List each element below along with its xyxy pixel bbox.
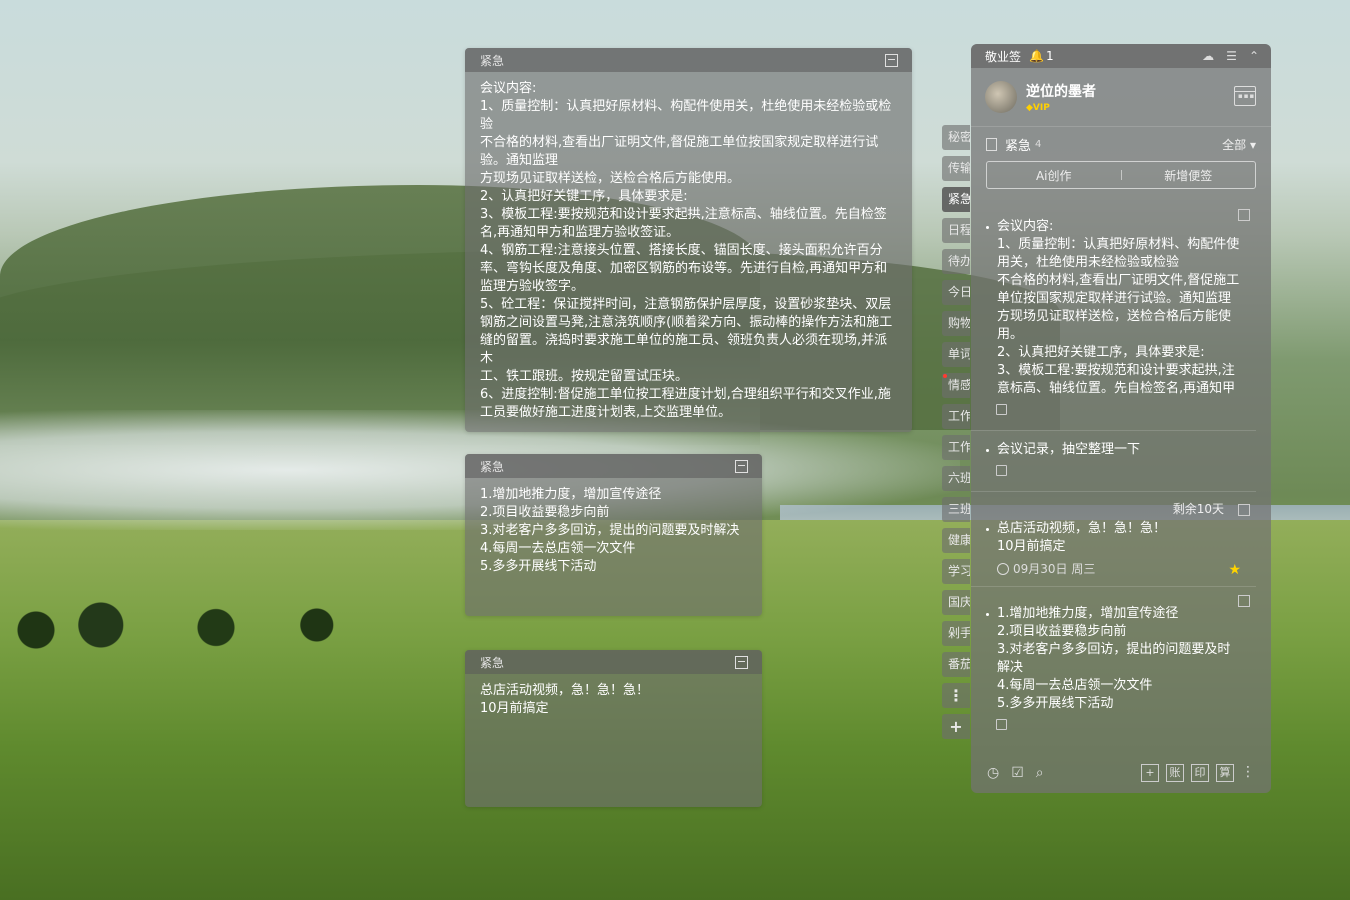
add-tab-button[interactable]: + [942,714,970,739]
tab-category[interactable]: 情感 [942,373,970,398]
detach-icon[interactable] [1238,209,1250,221]
note-tag: 紧急 [480,53,505,68]
more-tabs-button[interactable]: ⋮ [942,683,970,708]
more-icon[interactable]: ⋮ [1241,764,1255,782]
tab-category[interactable]: 秘密 [942,125,970,150]
detach-icon[interactable] [735,655,748,669]
tab-category[interactable]: 单词 [942,342,970,367]
tab-category[interactable]: 日程 [942,218,970,243]
menu-icon[interactable]: ☰ [1226,49,1237,63]
ledger-button[interactable]: 账 [1166,764,1184,782]
collapse-icon[interactable]: ⌃ [1249,49,1259,63]
note-header[interactable]: 紧急 [465,48,912,72]
bullet [986,613,989,616]
bell-count: 1 [1045,49,1054,63]
list-item[interactable]: 剩余10天 总店活动视频，急！急！急！ 10月前搞定 09月30日 周三 ★ [971,492,1256,587]
note-content[interactable]: 总店活动视频，急！急！急！ 10月前搞定 [465,674,762,718]
note-content[interactable]: 1.增加地推力度，增加宣传途径 2.项目收益要稳步向前 3.对老客户多多回访，提… [465,478,762,576]
category-tab-strip: 秘密 传输 紧急 日程 待办 今日 购物 单词 情感 工作 工作 六班 三班 健… [942,125,970,745]
detach-icon[interactable] [735,459,748,473]
sticky-note-meeting[interactable]: 紧急 会议内容: 1、质量控制：认真把好原材料、构配件使用关，杜绝使用未经检验或… [465,48,912,432]
list-item[interactable]: 1.增加地推力度，增加宣传途径 2.项目收益要稳步向前 3.对老客户多多回访，提… [971,587,1256,745]
tab-category[interactable]: 番茄 [942,652,970,677]
user-info: 逆位的墨者 ◆VIP [971,68,1271,126]
tab-category[interactable]: 六班 [942,466,970,491]
cloud-sync-icon[interactable]: ☁ [1202,49,1214,63]
new-note-button[interactable]: 新增便签 [1122,167,1256,184]
bullet [986,226,989,229]
due-date: 09月30日 周三 [997,560,1241,577]
history-icon[interactable]: ◷ [987,765,999,781]
sticky-note-video[interactable]: 紧急 总店活动视频，急！急！急！ 10月前搞定 [465,650,762,807]
tab-category[interactable]: 购物 [942,311,970,336]
note-tag: 紧急 [480,459,505,474]
add-button[interactable]: + [1141,764,1159,782]
bullet [986,528,989,531]
filter-dropdown[interactable]: 全部 ▾ [1222,136,1256,153]
action-bar: Ai创作 新增便签 [986,161,1256,189]
unread-dot [943,374,947,378]
tab-category[interactable]: 三班 [942,497,970,522]
category-count: 4 [1035,138,1042,150]
remaining-days: 剩余10天 [1172,502,1224,516]
lock-icon[interactable] [996,404,1007,415]
detach-icon[interactable] [1238,595,1250,607]
ai-create-button[interactable]: Ai创作 [987,167,1121,184]
calculator-button[interactable]: 算 [1216,764,1234,782]
diamond-icon: ◆ [1026,103,1033,113]
app-name: 敬业签 [985,49,1022,64]
title-bar[interactable]: 敬业签 🔔 1 ☁ ☰ ⌃ [971,44,1271,68]
item-text: 会议记录，抽空整理一下 [997,442,1141,457]
sticky-note-tasks[interactable]: 紧急 1.增加地推力度，增加宣传途径 2.项目收益要稳步向前 3.对老客户多多回… [465,454,762,616]
avatar[interactable] [985,81,1017,113]
bullet [986,449,989,452]
note-content[interactable]: 会议内容: 1、质量控制：认真把好原材料、构配件使用关，杜绝使用未经检验或检验 … [465,72,912,424]
tab-category[interactable]: 工作 [942,435,970,460]
note-tag: 紧急 [480,655,505,670]
username[interactable]: 逆位的墨者 [1026,81,1096,101]
detach-icon[interactable] [1238,504,1250,516]
tab-category[interactable]: 工作 [942,404,970,429]
item-text: 会议内容: 1、质量控制：认真把好原材料、构配件使用关，杜绝使用未经检验或检验 … [997,219,1240,396]
calendar-icon[interactable] [1234,86,1256,106]
tab-category[interactable]: 学习 [942,559,970,584]
lock-icon[interactable] [996,465,1007,476]
bottom-toolbar: ◷ ☑ ⌕ + 账 印 算 ⋮ [971,753,1271,793]
list-item[interactable]: 会议内容: 1、质量控制：认真把好原材料、构配件使用关，杜绝使用未经检验或检验 … [971,204,1256,431]
note-list: 会议内容: 1、质量控制：认真把好原材料、构配件使用关，杜绝使用未经检验或检验 … [971,204,1271,745]
lock-icon[interactable] [996,719,1007,730]
tab-category[interactable]: 今日 [942,280,970,305]
print-button[interactable]: 印 [1191,764,1209,782]
category-header: 紧急 4 全部 ▾ [971,126,1271,161]
background-trees [0,600,360,650]
search-icon[interactable]: ⌕ [1036,765,1044,781]
tab-category[interactable]: 待办 [942,249,970,274]
bookmark-icon [986,137,997,151]
main-panel: 敬业签 🔔 1 ☁ ☰ ⌃ 逆位的墨者 ◆VIP 紧急 4 全部 ▾ Ai创作 … [971,44,1271,793]
tab-category[interactable]: 国庆 [942,590,970,615]
detach-icon[interactable] [885,53,898,67]
checklist-icon[interactable]: ☑ [1011,765,1024,781]
tab-category[interactable]: 健康 [942,528,970,553]
tab-category[interactable]: 传输 [942,156,970,181]
current-category: 紧急 [1005,138,1032,154]
item-text: 1.增加地推力度，增加宣传途径 2.项目收益要稳步向前 3.对老客户多多回访，提… [997,606,1231,711]
star-icon[interactable]: ★ [1228,562,1241,578]
vip-badge: ◆VIP [1026,103,1050,113]
tab-category-active[interactable]: 紧急 [942,187,970,212]
note-header[interactable]: 紧急 [465,650,762,674]
note-header[interactable]: 紧急 [465,454,762,478]
clock-icon [997,562,1009,575]
list-item[interactable]: 会议记录，抽空整理一下 [971,431,1256,492]
bell-icon[interactable]: 🔔 [1029,49,1044,63]
tab-category[interactable]: 剁手 [942,621,970,646]
